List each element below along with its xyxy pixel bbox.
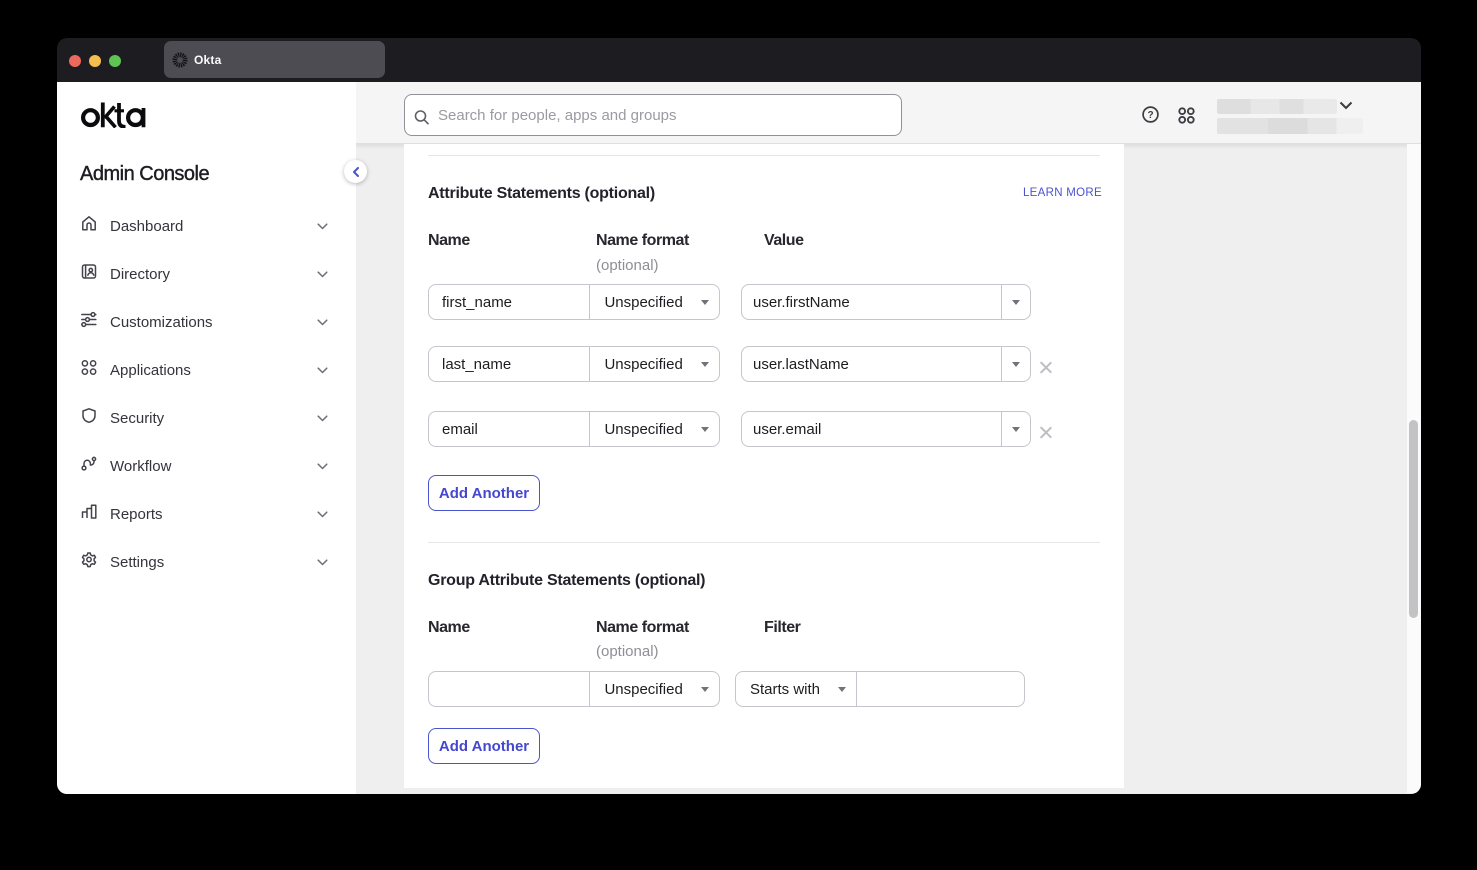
svg-text:?: ?	[1147, 110, 1153, 121]
